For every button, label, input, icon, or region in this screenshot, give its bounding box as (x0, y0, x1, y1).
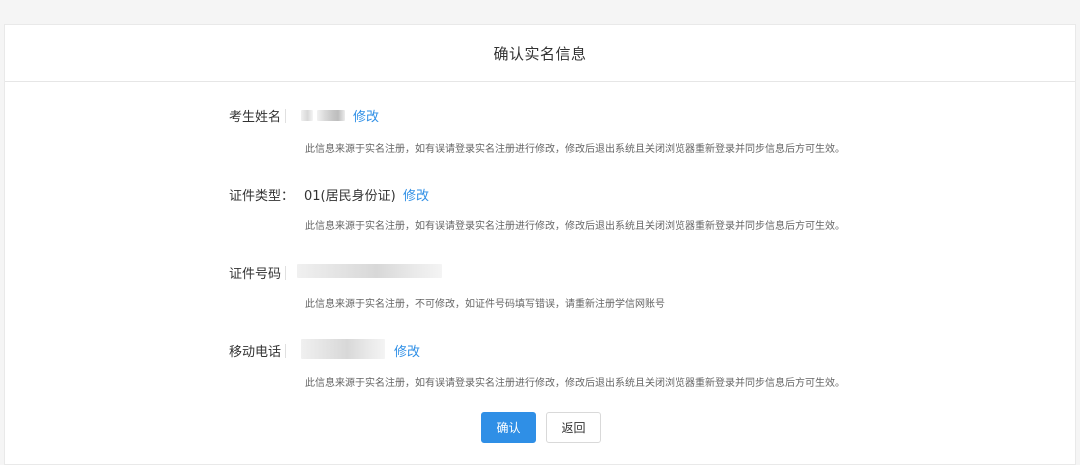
field-note-name: 此信息来源于实名注册，如有误请登录实名注册进行修改，修改后退出系统且关闭浏览器重… (305, 144, 845, 155)
field-value-id-type: 01(居民身份证) (304, 189, 396, 204)
page-title: 确认实名信息 (493, 44, 587, 63)
field-divider (285, 344, 286, 358)
field-note-id-type: 此信息来源于实名注册，如有误请登录实名注册进行修改，修改后退出系统且关闭浏览器重… (305, 221, 845, 232)
field-label-name: 考生姓名 (229, 110, 282, 125)
edit-name-link[interactable]: 修改 (353, 106, 379, 125)
redacted-id-number-value (297, 264, 442, 278)
field-note-mobile: 此信息来源于实名注册，如有误请登录实名注册进行修改，修改后退出系统且关闭浏览器重… (305, 378, 845, 389)
panel-header: 确认实名信息 (5, 25, 1075, 82)
edit-id-type-link[interactable]: 修改 (403, 185, 429, 204)
confirm-button[interactable]: 确认 (481, 412, 536, 443)
redacted-name-value (317, 110, 345, 121)
field-divider (285, 109, 286, 123)
confirm-identity-panel: 确认实名信息 考生姓名 修改 此信息来源于实名注册，如有误请登录实名注册进行修改… (4, 24, 1076, 465)
redacted-name-value (301, 110, 313, 121)
field-label-id-number: 证件号码 (229, 267, 282, 282)
redacted-mobile-value (301, 339, 385, 359)
field-note-id-number: 此信息来源于实名注册，不可修改，如证件号码填写错误，请重新注册学信网账号 (305, 299, 665, 310)
edit-mobile-link[interactable]: 修改 (394, 341, 420, 360)
field-label-id-type: 证件类型： (229, 189, 295, 204)
field-divider (285, 266, 286, 280)
back-button[interactable]: 返回 (546, 412, 601, 443)
field-label-mobile: 移动电话 (229, 345, 282, 360)
